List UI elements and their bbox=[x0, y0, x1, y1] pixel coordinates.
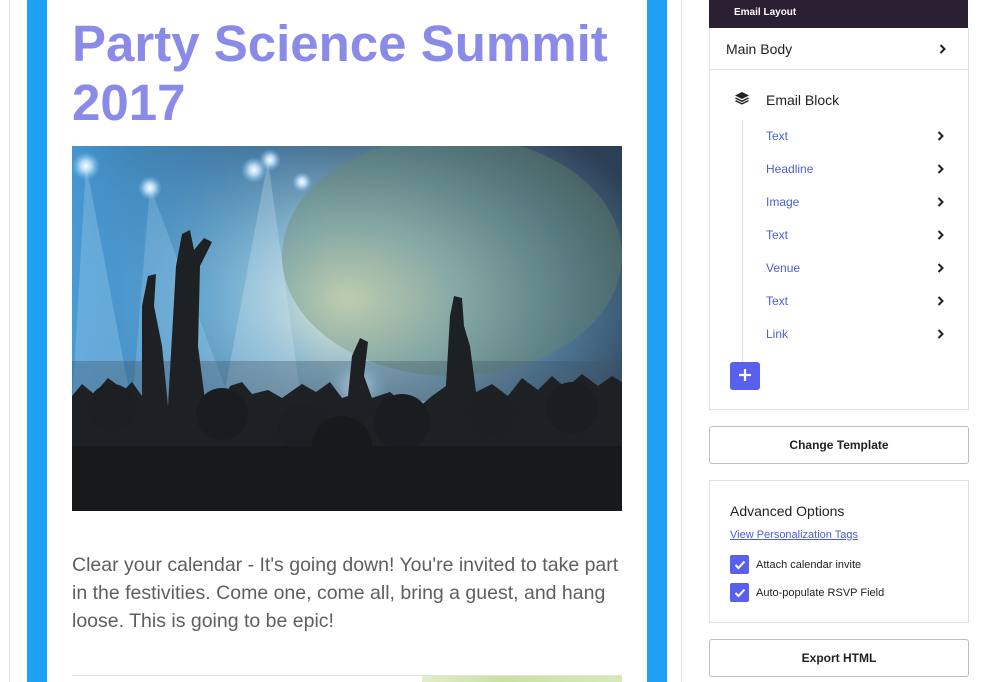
layout-sidebar: Email Layout Main Body Email Block Text bbox=[709, 0, 969, 682]
email-block-label: Email Block bbox=[766, 92, 840, 108]
export-html-button[interactable]: Export HTML bbox=[709, 639, 969, 677]
email-preview: Party Science Summit 2017 Clear your cal… bbox=[47, 0, 647, 682]
chevron-right-icon bbox=[936, 329, 944, 339]
change-template-button[interactable]: Change Template bbox=[709, 426, 969, 464]
block-item-label: Text bbox=[766, 294, 789, 308]
block-item-label: Link bbox=[766, 327, 789, 341]
main-body-label: Main Body bbox=[726, 40, 793, 57]
advanced-options-title: Advanced Options bbox=[730, 503, 845, 519]
block-item-label: Text bbox=[766, 228, 789, 242]
concert-crowd-illustration bbox=[72, 146, 622, 511]
block-item-image[interactable]: Image bbox=[766, 191, 966, 213]
block-item-headline[interactable]: Headline bbox=[766, 158, 966, 180]
attach-calendar-checkbox[interactable]: Attach calendar invite bbox=[730, 555, 861, 574]
advanced-options-panel: Advanced Options View Personalization Ta… bbox=[709, 480, 969, 623]
block-item-link[interactable]: Link bbox=[766, 323, 966, 345]
layers-icon bbox=[734, 91, 750, 110]
email-layout-header: Email Layout bbox=[709, 0, 968, 28]
venue-map-preview bbox=[422, 676, 622, 682]
block-item-label: Headline bbox=[766, 162, 814, 176]
block-item-venue[interactable]: Venue bbox=[766, 257, 966, 279]
tree-connector bbox=[742, 120, 743, 376]
chevron-right-icon bbox=[936, 296, 944, 306]
block-item-text[interactable]: Text bbox=[766, 125, 966, 147]
add-block-button[interactable] bbox=[730, 362, 760, 390]
chevron-right-icon bbox=[936, 197, 944, 207]
chevron-right-icon bbox=[938, 43, 946, 54]
checkbox-label: Auto-populate RSVP Field bbox=[756, 586, 885, 599]
block-item-text-2[interactable]: Text bbox=[766, 224, 966, 246]
email-body-text[interactable]: Clear your calendar - It's going down! Y… bbox=[72, 551, 624, 635]
check-icon bbox=[730, 555, 749, 574]
chevron-right-icon bbox=[936, 131, 944, 141]
plus-icon bbox=[738, 368, 752, 385]
main-body-item[interactable]: Main Body bbox=[710, 28, 968, 70]
check-icon bbox=[730, 583, 749, 602]
auto-populate-rsvp-checkbox[interactable]: Auto-populate RSVP Field bbox=[730, 583, 884, 602]
chevron-right-icon bbox=[936, 230, 944, 240]
block-item-text-3[interactable]: Text bbox=[766, 290, 966, 312]
chevron-right-icon bbox=[936, 164, 944, 174]
email-block-item[interactable]: Email Block bbox=[734, 90, 839, 110]
layout-panel: Main Body Email Block Text Headline Imag… bbox=[709, 28, 969, 410]
block-item-label: Venue bbox=[766, 261, 801, 275]
email-headline[interactable]: Party Science Summit 2017 bbox=[72, 14, 612, 132]
checkbox-label: Attach calendar invite bbox=[756, 558, 862, 571]
block-item-label: Image bbox=[766, 195, 800, 209]
block-item-label: Text bbox=[766, 129, 789, 143]
concert-hero-image[interactable] bbox=[72, 146, 622, 511]
chevron-right-icon bbox=[936, 263, 944, 273]
view-personalization-tags-link[interactable]: View Personalization Tags bbox=[730, 529, 858, 541]
